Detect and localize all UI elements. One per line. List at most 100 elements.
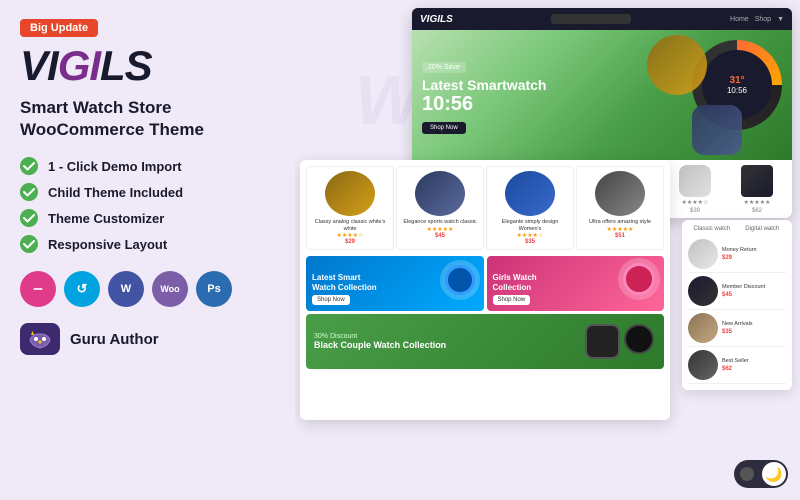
product-card-3: Elegante simply design Women's ★★★★☆ $35 <box>486 166 574 250</box>
mini-watch-6 <box>741 165 773 197</box>
product-title-2: Elegance sports watch classic <box>403 219 476 226</box>
right-watch-3 <box>688 313 718 343</box>
elementor-icon: ⎯ <box>20 271 56 307</box>
right-price-1: $29 <box>722 255 786 261</box>
banner-girls-watch: Girls WatchCollection Shop Now <box>487 256 665 311</box>
shop-now-hero[interactable]: Shop Now <box>422 122 466 134</box>
product-price-3: $35 <box>525 239 535 245</box>
watch-img <box>445 265 475 295</box>
hero-title: Latest Smartwatch <box>422 77 546 94</box>
product-card-4: Ultra offers amazing style ★★★★★ $51 <box>576 166 664 250</box>
nav-item: ▼ <box>777 16 784 23</box>
feature-customizer: Theme Customizer <box>20 209 275 227</box>
product-stars-1: ★★★★☆ <box>337 232 364 239</box>
subtitle-line2: WooCommerce Theme <box>20 119 275 141</box>
theme-preview-bottom: Classy analog classic white's white ★★★★… <box>300 160 670 420</box>
right-watch-1 <box>688 239 718 269</box>
main-container: Big Update VIGILS Smart Watch Store WooC… <box>0 0 800 500</box>
watch-display-2 <box>647 35 707 95</box>
digital-label: Digital watch <box>739 226 787 232</box>
time-display: 10:56 <box>727 86 747 95</box>
right-name-4: Best Seller <box>722 358 786 365</box>
guru-label: Guru Author <box>70 331 159 348</box>
watch-img-2 <box>623 263 655 295</box>
mini-product-5: ★★★★☆ $39 <box>666 165 724 214</box>
full-banner-title: Black Couple Watch Collection <box>314 340 446 350</box>
right-info-1: Money Return $29 <box>722 247 786 260</box>
sun-icon <box>740 467 754 481</box>
hero-text: 20% Save Latest Smartwatch 10:56 Shop No… <box>422 56 546 135</box>
mini-price-6: ★★★★★ <box>744 199 771 206</box>
product-watch-img-3 <box>505 171 555 216</box>
mini-cost-5: $39 <box>690 208 700 214</box>
check-icon-2 <box>20 183 38 201</box>
hero-time: 10:56 <box>422 93 546 116</box>
product-stars-2: ★★★★★ <box>427 226 454 233</box>
feature-responsive: Responsive Layout <box>20 235 275 253</box>
couple-watch-1 <box>585 324 620 359</box>
right-header-labels: Classic watch Digital watch <box>688 226 786 232</box>
products-grid: Classy analog classic white's white ★★★★… <box>300 160 670 256</box>
preview-logo: VIGILS <box>420 14 453 25</box>
preview-hero: 20% Save Latest Smartwatch 10:56 Shop No… <box>412 30 792 160</box>
couple-watch-2 <box>624 324 654 354</box>
couple-watches <box>585 324 654 359</box>
product-stars-3: ★★★★☆ <box>517 232 544 239</box>
preview-nav: Home Shop ▼ <box>730 16 784 23</box>
product-price-1: $29 <box>345 239 355 245</box>
tech-icons-row: ⎯ ↺ W Woo Ps <box>20 271 275 307</box>
feature-label-2: Child Theme Included <box>48 185 183 200</box>
guru-badge <box>20 323 60 355</box>
nav-item: Home <box>730 16 749 23</box>
right-watch-2 <box>688 276 718 306</box>
banner-btn-2[interactable]: Shop Now <box>493 295 531 305</box>
toggle-track[interactable]: 🌙 <box>734 460 788 488</box>
hero-save: 20% Save <box>422 62 466 73</box>
right-info-4: Best Seller $62 <box>722 358 786 371</box>
hero-watches: 31° 10:56 <box>592 30 792 160</box>
right-products-column: Classic watch Digital watch Money Return… <box>682 220 792 390</box>
mini-price-5: ★★★★☆ <box>682 199 709 206</box>
check-icon-3 <box>20 209 38 227</box>
feature-label-3: Theme Customizer <box>48 211 164 226</box>
logo: VIGILS <box>20 45 275 87</box>
banner-btn-1[interactable]: Shop Now <box>312 295 350 305</box>
check-icon <box>20 157 38 175</box>
right-name-3: New Arrivals <box>722 321 786 328</box>
features-list: 1 - Click Demo Import Child Theme Includ… <box>20 157 275 253</box>
banner-latest-smart: Latest SmartWatch Collection Shop Now <box>306 256 484 311</box>
photoshop-icon: Ps <box>196 271 232 307</box>
preview-header: VIGILS Home Shop ▼ <box>412 8 792 30</box>
right-product-2: Member Discount $45 <box>688 273 786 310</box>
right-info-3: New Arrivals $35 <box>722 321 786 334</box>
feature-label-4: Responsive Layout <box>48 237 167 252</box>
preview-search <box>551 14 631 24</box>
banner-row: Latest SmartWatch Collection Shop Now Gi… <box>300 256 670 314</box>
temp-display: 31° <box>729 75 744 86</box>
banner-full-text: 30% Discount Black Couple Watch Collecti… <box>314 333 446 350</box>
product-price-4: $51 <box>615 233 625 239</box>
nav-item: Shop <box>755 16 771 23</box>
classic-label: Classic watch <box>688 226 736 232</box>
woocommerce-icon: Woo <box>152 271 188 307</box>
product-title-1: Classy analog classic white's white <box>311 219 389 232</box>
dark-mode-toggle[interactable]: 🌙 <box>734 460 788 488</box>
right-name-1: Money Return <box>722 247 786 254</box>
product-watch-img-1 <box>325 171 375 216</box>
product-title-4: Ultra offers amazing style <box>589 219 651 226</box>
product-card-1: Classy analog classic white's white ★★★★… <box>306 166 394 250</box>
feature-child-theme: Child Theme Included <box>20 183 275 201</box>
mini-watch-5 <box>679 165 711 197</box>
feature-label: 1 - Click Demo Import <box>48 159 182 174</box>
banner-couple-watch: 30% Discount Black Couple Watch Collecti… <box>306 314 664 369</box>
right-price-4: $62 <box>722 366 786 372</box>
right-panel: WATCHES VIGILS Home Shop ▼ 20% Save Late… <box>295 0 800 500</box>
subtitle: Smart Watch Store WooCommerce Theme <box>20 97 275 141</box>
feature-demo-import: 1 - Click Demo Import <box>20 157 275 175</box>
product-title-3: Elegante simply design Women's <box>491 219 569 232</box>
mini-product-6: ★★★★★ $62 <box>728 165 786 214</box>
product-price-2: $45 <box>435 233 445 239</box>
right-product-3: New Arrivals $35 <box>688 310 786 347</box>
guru-author: Guru Author <box>20 323 275 355</box>
product-card-2: Elegance sports watch classic ★★★★★ $45 <box>396 166 484 250</box>
